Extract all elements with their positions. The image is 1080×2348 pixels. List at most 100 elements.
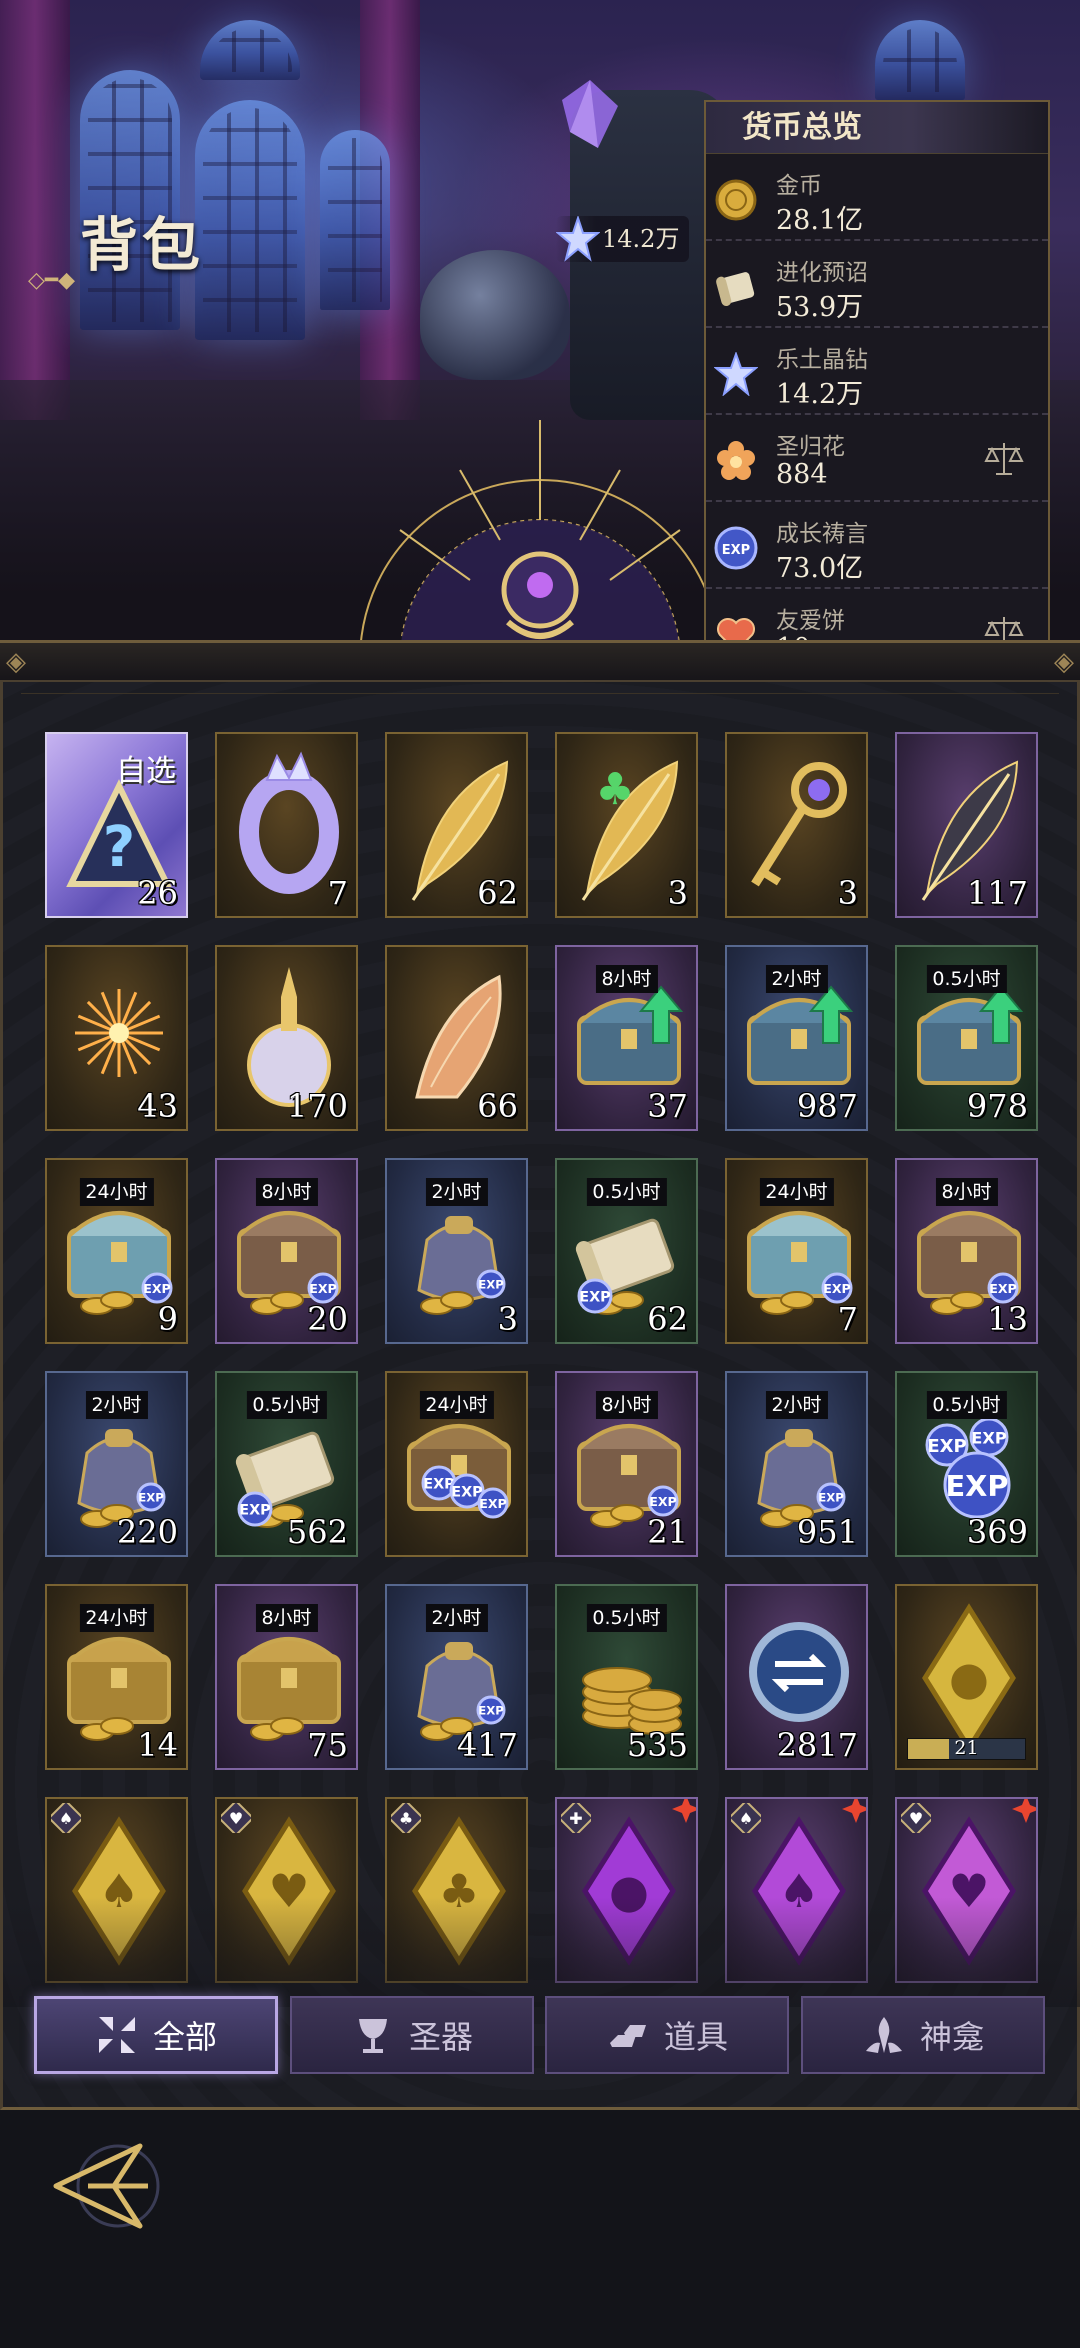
heart-corner-icon: ♥ <box>217 1799 255 1837</box>
svg-text:♣: ♣ <box>438 1864 479 1918</box>
inventory-slot[interactable]: EXP EXP EXP 0.5小时 369 <box>895 1371 1038 1557</box>
timer-badge: 8小时 <box>935 1178 998 1206</box>
inventory-slot[interactable]: ♣ 3 <box>555 732 698 918</box>
tab-artifacts[interactable]: 圣器 <box>290 1996 534 2074</box>
inventory-slot[interactable]: ● ✚ <box>555 1797 698 1983</box>
svg-text:EXP: EXP <box>818 1491 844 1505</box>
item-quantity: 26 <box>137 874 178 912</box>
inventory-slot[interactable]: 3 <box>725 732 868 918</box>
inventory-slot[interactable]: EXP 8小时 13 <box>895 1158 1038 1344</box>
timer-badge: 24小时 <box>79 1604 154 1632</box>
inventory-slot[interactable]: EXP 8小时 20 <box>215 1158 358 1344</box>
svg-text:EXP: EXP <box>478 1704 504 1718</box>
currency-row-evolution-scroll[interactable]: 进化预诏 53.9万 <box>706 241 1048 328</box>
inventory-slot[interactable]: EXP 2小时 3 <box>385 1158 528 1344</box>
svg-text:EXP: EXP <box>946 1469 1009 1503</box>
inventory-slot[interactable]: EXP 2小时 220 <box>45 1371 188 1557</box>
inventory-slot[interactable]: EXP 24小时 7 <box>725 1158 868 1344</box>
gem-counter[interactable]: 14.2万 <box>555 214 690 262</box>
club-corner-icon: ♣ <box>387 1799 425 1837</box>
inventory-slot[interactable]: EXP 24小时 9 <box>45 1158 188 1344</box>
inventory-slot[interactable]: 66 <box>385 945 528 1131</box>
stained-window <box>195 100 305 340</box>
inventory-slot[interactable]: 0.5小时 978 <box>895 945 1038 1131</box>
new-star-icon <box>1012 1799 1036 1823</box>
currency-row-flower[interactable]: 圣归花 884 <box>706 415 1048 502</box>
currency-value: 53.9万 <box>776 292 864 323</box>
all-grid-icon <box>98 2017 135 2053</box>
item-quantity: 369 <box>966 1513 1028 1551</box>
timer-badge: 2小时 <box>425 1178 488 1206</box>
item-quantity: 21 <box>647 1513 688 1551</box>
svg-text:EXP: EXP <box>722 543 750 558</box>
inventory-slot[interactable]: 2817 <box>725 1584 868 1770</box>
puzzle-corner-icon: ✚ <box>557 1799 595 1837</box>
inventory-slot[interactable]: 24小时 14 <box>45 1584 188 1770</box>
inventory-slot[interactable]: ? 自选 26 <box>45 732 188 918</box>
inventory-slot[interactable]: EXP 2小时 951 <box>725 1371 868 1557</box>
item-quantity: 20 <box>307 1300 348 1338</box>
page-title: 背包 <box>80 211 205 279</box>
svg-text:EXP: EXP <box>239 1503 270 1519</box>
item-quantity: 2817 <box>776 1726 858 1764</box>
currency-row-crystal[interactable]: 乐土晶钻 14.2万 <box>706 328 1048 415</box>
tab-label: 圣器 <box>408 2018 473 2056</box>
inventory-slot[interactable]: 117 <box>895 732 1038 918</box>
inventory-slot[interactable]: 7 <box>215 732 358 918</box>
scales-icon[interactable] <box>984 441 1024 481</box>
inventory-slot[interactable]: EXP 0.5小时 62 <box>555 1158 698 1344</box>
currency-row-exp[interactable]: EXP 成长祷言 73.0亿 <box>706 502 1048 589</box>
currency-name: 友爱饼 <box>776 608 845 634</box>
tab-shrine[interactable]: 神龛 <box>801 1996 1045 2074</box>
new-star-icon <box>672 1799 696 1823</box>
svg-text:●: ● <box>949 1651 989 1705</box>
timer-badge: 8小时 <box>255 1178 318 1206</box>
inventory-slot[interactable]: ● 21 <box>895 1584 1038 1770</box>
svg-text:♥: ♥ <box>948 1864 989 1918</box>
currency-name: 金币 <box>776 173 822 199</box>
svg-text:EXP: EXP <box>309 1281 337 1296</box>
currency-row-gold[interactable]: 金币 28.1亿 <box>706 154 1048 241</box>
timer-badge: 2小时 <box>85 1391 148 1419</box>
inventory-slot[interactable]: 2小时 987 <box>725 945 868 1131</box>
svg-text:EXP: EXP <box>451 1485 482 1501</box>
inventory-slot[interactable]: ♥ ♥ <box>215 1797 358 1983</box>
inventory-slot[interactable]: EXP 0.5小时 562 <box>215 1371 358 1557</box>
inventory-slot[interactable]: 62 <box>385 732 528 918</box>
item-quantity: 978 <box>966 1087 1028 1125</box>
frame-line <box>21 682 1059 694</box>
back-arrow-icon[interactable] <box>48 2126 166 2244</box>
star-crystal-icon <box>555 214 601 277</box>
inventory-slot[interactable]: EXP 2小时 417 <box>385 1584 528 1770</box>
currency-name: 乐土晶钻 <box>776 347 868 373</box>
inventory-slot[interactable]: 8小时 75 <box>215 1584 358 1770</box>
svg-text:♠: ♠ <box>59 1809 73 1828</box>
svg-text:♠: ♠ <box>98 1864 139 1918</box>
inventory-slot[interactable]: 170 <box>215 945 358 1131</box>
inventory-slot[interactable]: 43 <box>45 945 188 1131</box>
stained-window <box>320 130 390 310</box>
inventory-slot[interactable]: ♣ ♣ <box>385 1797 528 1983</box>
item-quantity: 3 <box>667 874 688 912</box>
inventory-slot[interactable]: EXP 8小时 21 <box>555 1371 698 1557</box>
tab-all[interactable]: 全部 <box>34 1996 278 2074</box>
inventory-slot[interactable]: 8小时 37 <box>555 945 698 1131</box>
svg-text:♥: ♥ <box>268 1864 309 1918</box>
item-quantity: 62 <box>647 1300 688 1338</box>
svg-text:EXP: EXP <box>927 1436 966 1457</box>
tab-items[interactable]: 道具 <box>545 1996 789 2074</box>
svg-text:EXP: EXP <box>649 1494 677 1509</box>
svg-text:EXP: EXP <box>823 1281 851 1296</box>
item-quantity: 562 <box>286 1513 348 1551</box>
inventory-slot[interactable]: ♥ ♥ <box>895 1797 1038 1983</box>
inventory-slot[interactable]: ♠ ♠ <box>725 1797 868 1983</box>
svg-text:?: ? <box>103 815 135 880</box>
item-quantity: 43 <box>137 1087 178 1125</box>
inventory-slot[interactable]: ♠ ♠ <box>45 1797 188 1983</box>
crystal-icon <box>562 80 618 148</box>
timer-badge: 0.5小时 <box>926 965 1007 993</box>
inventory-slot[interactable]: 0.5小时 535 <box>555 1584 698 1770</box>
currency-panel-title: 货币总览 <box>706 102 1048 154</box>
shard-progress-bar: 21 <box>907 1737 1026 1760</box>
inventory-slot[interactable]: EXP EXP EXP 24小时 <box>385 1371 528 1557</box>
